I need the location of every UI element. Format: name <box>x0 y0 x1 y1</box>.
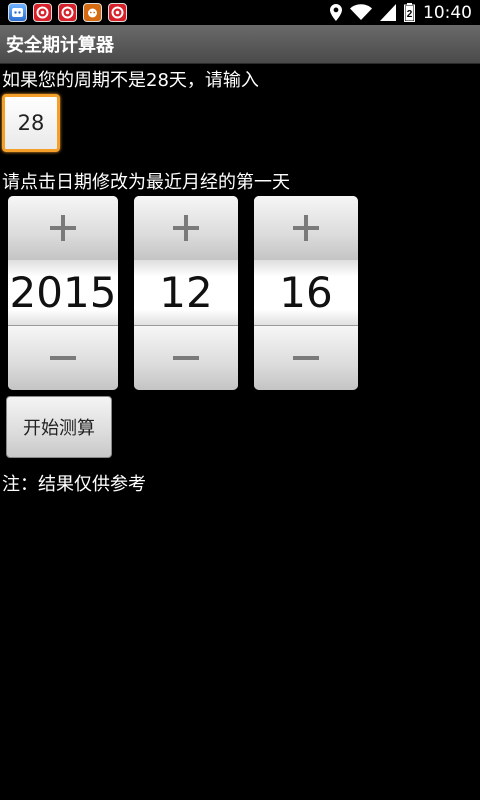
plus-icon <box>173 215 199 241</box>
clock: 10:40 <box>423 2 472 23</box>
notification-icons <box>8 3 127 22</box>
app-notification-icon <box>108 3 127 22</box>
wifi-icon <box>350 4 372 21</box>
status-bar: 2 10:40 <box>0 0 480 25</box>
day-decrement-button[interactable] <box>254 325 358 390</box>
start-calculation-button[interactable]: 开始测算 <box>6 396 112 458</box>
app-title: 安全期计算器 <box>6 35 114 56</box>
app-notification-icon <box>58 3 77 22</box>
app-notification-icon <box>33 3 52 22</box>
year-picker: 2015 <box>8 196 118 390</box>
day-picker: 16 <box>254 196 358 390</box>
plus-icon <box>50 215 76 241</box>
day-value[interactable]: 16 <box>254 260 358 326</box>
minus-icon <box>50 356 76 360</box>
month-decrement-button[interactable] <box>134 325 238 390</box>
svg-text:2: 2 <box>407 9 413 20</box>
disclaimer-note: 注：结果仅供参考 <box>2 474 146 495</box>
app-notification-icon <box>8 3 27 22</box>
day-increment-button[interactable] <box>254 196 358 261</box>
month-increment-button[interactable] <box>134 196 238 261</box>
battery-icon: 2 <box>404 3 415 22</box>
location-icon <box>330 4 342 21</box>
cycle-length-input[interactable]: 28 <box>2 94 60 152</box>
signal-icon <box>380 4 396 21</box>
cycle-label: 如果您的周期不是28天，请输入 <box>2 70 259 91</box>
month-value[interactable]: 12 <box>134 260 238 326</box>
minus-icon <box>293 356 319 360</box>
minus-icon <box>173 356 199 360</box>
year-value[interactable]: 2015 <box>8 260 118 326</box>
plus-icon <box>293 215 319 241</box>
year-decrement-button[interactable] <box>8 325 118 390</box>
year-increment-button[interactable] <box>8 196 118 261</box>
status-right: 2 10:40 <box>330 0 472 25</box>
app-notification-icon <box>83 3 102 22</box>
date-label: 请点击日期修改为最近月经的第一天 <box>2 172 290 193</box>
month-picker: 12 <box>134 196 238 390</box>
title-bar: 安全期计算器 <box>0 25 480 64</box>
